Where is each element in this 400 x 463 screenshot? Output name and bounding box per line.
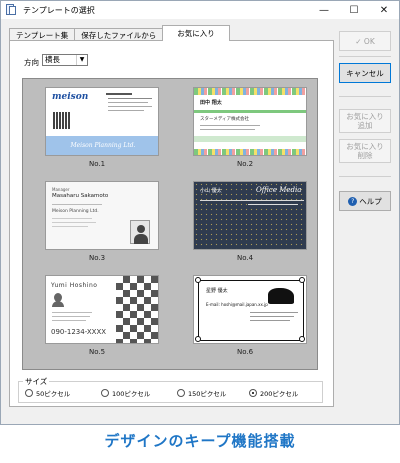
direction-value: 横長 [45,55,60,64]
size-option-label: 200ピクセル [260,390,299,398]
card-thumbnail: meison Meison Planning Ltd. [45,87,159,156]
card-label: No.3 [88,254,106,262]
delete-favorite-button[interactable]: お気に入り 削除 [339,139,391,163]
favorites-panel: 方向 横長 ▼ meison Meison Planning Ltd. No.1… [9,40,334,407]
size-option-200[interactable]: 200ピクセル [249,388,298,398]
radio-icon [25,389,33,397]
window-title: テンプレートの選択 [23,5,95,15]
card-name: 小山 優太 [200,188,222,194]
size-option-100[interactable]: 100ピクセル [101,388,150,398]
app-icon [5,4,17,16]
template-item[interactable]: meison Meison Planning Ltd. No.1 [23,79,171,173]
card-phone: 090-1234-XXXX [51,328,107,336]
card-company: Meison Planning Ltd. [52,209,99,214]
card-job-title: Manager [52,187,70,192]
card-name: 田中 翔太 [200,100,222,106]
direction-label: 方向 [24,58,39,67]
delete-favorite-label: お気に入り [346,142,384,151]
radio-icon [101,389,109,397]
size-group-title: サイズ [23,376,50,387]
tab-strip: テンプレート集 保存したファイルから お気に入り [9,25,230,41]
add-favorite-label: お気に入り [346,112,384,121]
direction-select[interactable]: 横長 ▼ [42,54,88,66]
cat-illustration-icon [268,288,294,304]
qr-code-icon [53,112,70,129]
add-favorite-button[interactable]: お気に入り 追加 [339,109,391,133]
template-item[interactable]: 小山 優太 Office Media No.4 [171,173,319,267]
card-brand: meison [52,92,89,102]
card-name: Yumi Hoshino [51,282,98,289]
card-company: スターメディア株式会社 [200,117,250,122]
cancel-button[interactable]: キャンセル [339,63,391,83]
card-company: Office Media [256,186,302,194]
size-option-50[interactable]: 50ピクセル [25,388,70,398]
size-option-150[interactable]: 150ピクセル [177,388,226,398]
avatar [52,293,64,307]
card-label: No.2 [236,160,254,168]
maximize-icon[interactable]: ☐ [339,1,369,19]
card-email: E-mail: hoshi@mail.japan.xx.jp [206,302,268,307]
card-label: No.5 [88,348,106,356]
card-company: Meison Planning Ltd. [70,142,136,149]
help-icon: ? [348,196,358,206]
template-item[interactable]: Yumi Hoshino 090-1234-XXXX No.5 [23,267,171,361]
size-group: サイズ 50ピクセル 100ピクセル 150ピクセル 200ピクセル [18,376,323,403]
card-name: 星野 優太 [206,288,228,294]
tab-favorites[interactable]: お気に入り [162,25,230,41]
card-label: No.1 [88,160,106,168]
chevron-down-icon: ▼ [76,55,87,65]
feature-caption: デザインのキープ機能搭載 [104,432,296,450]
card-label: No.6 [236,348,254,356]
size-option-label: 100ピクセル [112,390,151,398]
size-option-label: 50ピクセル [36,390,71,398]
card-label: No.4 [236,254,254,262]
card-thumbnail: Manager Masaharu Sakamoto Meison Plannin… [45,181,159,250]
help-label: ヘルプ [359,196,382,206]
title-bar: テンプレートの選択 — ☐ ✕ [1,1,399,19]
template-item[interactable]: Manager Masaharu Sakamoto Meison Plannin… [23,173,171,267]
card-thumbnail: 星野 優太 E-mail: hoshi@mail.japan.xx.jp [193,275,307,344]
template-item[interactable]: 星野 優太 E-mail: hoshi@mail.japan.xx.jp No.… [171,267,319,361]
ok-button[interactable]: ✓ OK [339,31,391,51]
card-thumbnail: 小山 優太 Office Media [193,181,307,250]
radio-icon [177,389,185,397]
template-item[interactable]: 田中 翔太 スターメディア株式会社 No.2 [171,79,319,173]
help-button[interactable]: ? ヘルプ [339,191,391,211]
radio-checked-icon [249,389,257,397]
template-dialog: テンプレートの選択 — ☐ ✕ テンプレート集 保存したファイルから お気に入り… [0,0,400,425]
minimize-icon[interactable]: — [309,1,339,19]
card-name: Masaharu Sakamoto [52,193,109,199]
size-option-label: 150ピクセル [188,390,227,398]
delete-favorite-sublabel: 削除 [357,151,373,160]
template-grid: meison Meison Planning Ltd. No.1 田中 翔太 ス… [22,78,318,370]
close-icon[interactable]: ✕ [369,1,399,19]
avatar [130,220,150,244]
card-thumbnail: 田中 翔太 スターメディア株式会社 [193,87,307,156]
card-thumbnail: Yumi Hoshino 090-1234-XXXX [45,275,159,344]
add-favorite-sublabel: 追加 [357,121,373,130]
